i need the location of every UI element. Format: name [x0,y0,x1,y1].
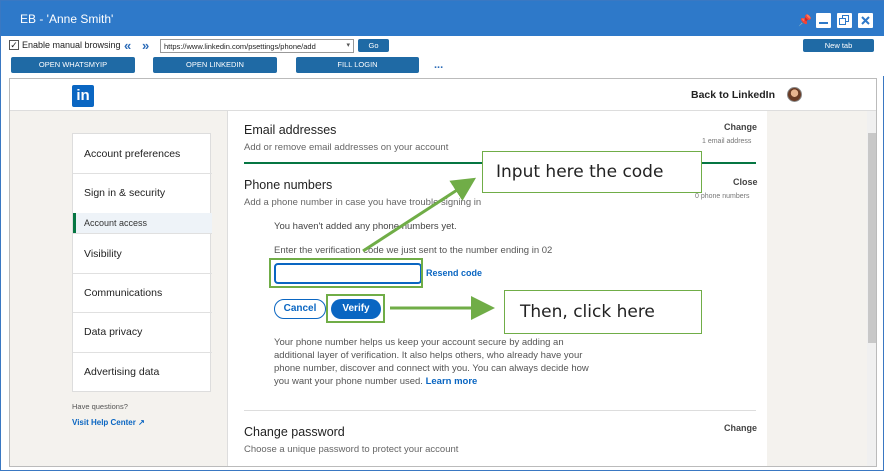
app-window: EB - 'Anne Smith' 📌 ✓ Enable manual brow… [0,0,884,471]
arrow-to-code-note [362,177,477,253]
callout-click-verify: Then, click here [504,290,702,334]
callout-input-code: Input here the code [482,151,702,193]
annotation-arrows [362,177,495,320]
